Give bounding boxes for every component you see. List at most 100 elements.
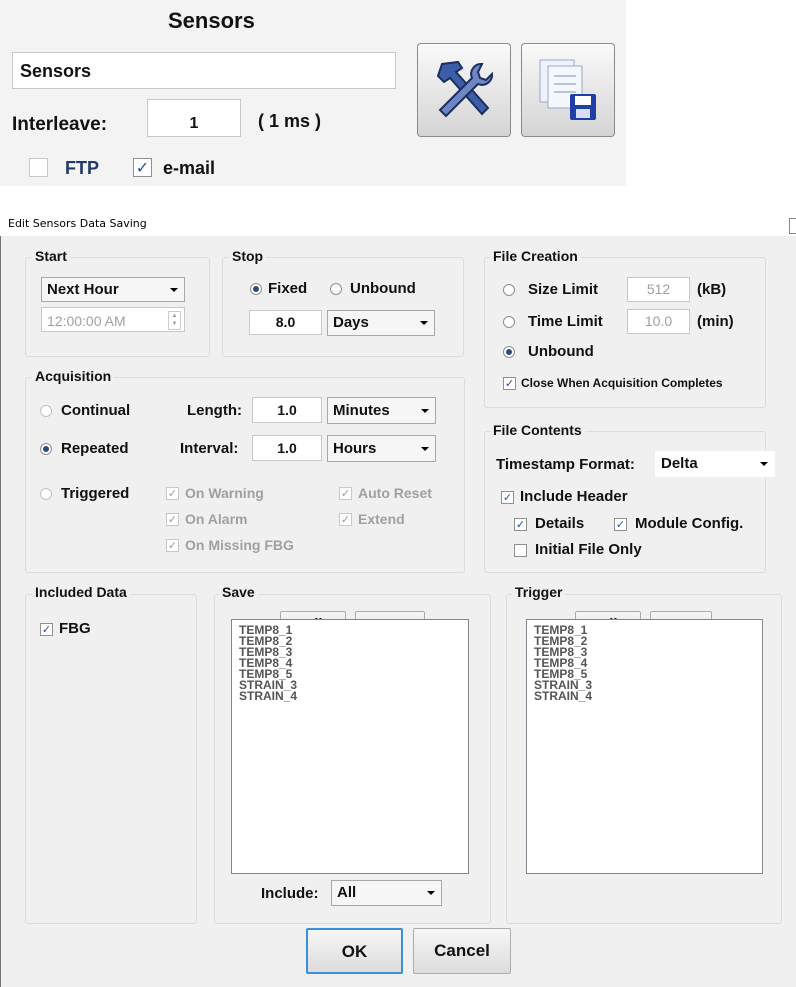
- stop-group: [222, 257, 464, 357]
- size-limit-unit: (kB): [697, 281, 727, 298]
- start-mode-value: Next Hour: [47, 281, 119, 298]
- stop-fixed-label: Fixed: [268, 280, 308, 297]
- close-icon[interactable]: [789, 218, 796, 234]
- interval-unit-select[interactable]: Hours: [327, 435, 436, 462]
- on-warning-checkbox[interactable]: ✓: [166, 487, 179, 500]
- timestamp-format-select[interactable]: Delta: [655, 451, 775, 477]
- time-limit-radio[interactable]: [503, 316, 515, 328]
- auto-reset-checkbox[interactable]: ✓: [339, 487, 352, 500]
- interval-unit-value: Hours: [333, 440, 377, 457]
- time-limit-input[interactable]: 10.0: [627, 309, 690, 334]
- fbg-checkbox[interactable]: ✓: [40, 623, 53, 636]
- include-select[interactable]: All: [331, 880, 442, 906]
- time-limit-unit: (min): [697, 313, 734, 330]
- triggered-radio[interactable]: [40, 488, 52, 500]
- cancel-button[interactable]: Cancel: [413, 928, 511, 974]
- tools-icon: [436, 60, 494, 118]
- close-when-complete-label: Close When Acquisition Completes: [521, 376, 723, 390]
- on-alarm-checkbox[interactable]: ✓: [166, 513, 179, 526]
- continual-radio[interactable]: [40, 405, 52, 417]
- save-config-button[interactable]: [521, 43, 615, 137]
- length-input[interactable]: 1.0: [252, 397, 322, 423]
- interval-input[interactable]: 1.0: [252, 435, 322, 461]
- size-limit-radio[interactable]: [503, 284, 515, 296]
- ftp-checkbox[interactable]: [29, 158, 48, 177]
- size-limit-input[interactable]: 512: [627, 277, 690, 302]
- module-config-label: Module Config.: [635, 515, 744, 532]
- list-item[interactable]: STRAIN_4: [232, 690, 468, 702]
- repeated-radio[interactable]: [40, 443, 52, 455]
- interleave-value: 1: [189, 115, 199, 132]
- email-label: e-mail: [163, 158, 216, 178]
- time-limit-label: Time Limit: [528, 313, 603, 330]
- length-unit-select[interactable]: Minutes: [327, 397, 436, 424]
- included-data-group: [25, 594, 197, 924]
- trigger-sensor-list[interactable]: TEMP8_1 TEMP8_2 TEMP8_3 TEMP8_4 TEMP8_5 STRAI…: [526, 619, 763, 874]
- start-mode-select[interactable]: Next Hour: [41, 277, 185, 302]
- settings-button[interactable]: [417, 43, 511, 137]
- stop-fixed-radio[interactable]: [250, 283, 262, 295]
- trigger-group-label: Trigger: [512, 584, 566, 600]
- continual-label: Continual: [61, 402, 131, 419]
- stop-unit-value: Days: [333, 314, 369, 331]
- stop-value-input[interactable]: 8.0: [249, 310, 322, 335]
- triggered-label: Triggered: [61, 485, 130, 502]
- sensor-panel: Sensors Sensors Interleave: 1 ( 1 ms ) F…: [0, 0, 626, 186]
- chevron-down-icon: [420, 321, 428, 325]
- chevron-down-icon: [427, 891, 435, 895]
- interleave-input[interactable]: 1: [147, 99, 241, 137]
- chevron-down-icon: [421, 408, 429, 413]
- on-missing-fbg-label: On Missing FBG: [185, 537, 294, 553]
- interval-label: Interval:: [180, 440, 239, 457]
- timestamp-format-label: Timestamp Format:: [496, 456, 635, 473]
- details-label: Details: [535, 515, 585, 532]
- start-group-label: Start: [32, 248, 70, 264]
- interleave-unit: ( 1 ms ): [258, 111, 322, 131]
- file-unbound-label: Unbound: [528, 343, 594, 360]
- dialog-titlebar[interactable]: Edit Sensors Data Saving: [0, 210, 796, 236]
- stop-unbound-label: Unbound: [350, 280, 416, 297]
- extend-label: Extend: [358, 511, 405, 527]
- save-files-icon: [539, 59, 596, 120]
- extend-checkbox[interactable]: ✓: [339, 513, 352, 526]
- module-config-checkbox[interactable]: ✓: [614, 518, 627, 531]
- stop-unit-select[interactable]: Days: [327, 310, 435, 336]
- on-alarm-label: On Alarm: [185, 511, 248, 527]
- chevron-down-icon: [170, 287, 178, 292]
- email-checkbox[interactable]: ✓: [133, 158, 152, 177]
- interleave-label: Interleave:: [12, 114, 108, 135]
- ftp-label: FTP: [65, 158, 99, 178]
- details-checkbox[interactable]: ✓: [514, 518, 527, 531]
- sensor-name-value: Sensors: [20, 61, 92, 81]
- list-item[interactable]: STRAIN_4: [527, 690, 762, 702]
- length-label: Length:: [187, 402, 242, 419]
- stop-group-label: Stop: [229, 248, 267, 264]
- dialog-title: Edit Sensors Data Saving: [8, 217, 147, 230]
- included-data-label: Included Data: [32, 584, 130, 600]
- include-label: Include:: [261, 885, 319, 902]
- initial-file-only-checkbox[interactable]: [514, 544, 527, 557]
- start-time-value: 12:00:00 AM: [47, 313, 126, 329]
- auto-reset-label: Auto Reset: [358, 485, 432, 501]
- size-limit-label: Size Limit: [528, 281, 599, 298]
- on-missing-fbg-checkbox[interactable]: ✓: [166, 539, 179, 552]
- include-header-label: Include Header: [520, 488, 628, 505]
- sensor-name-input[interactable]: Sensors: [12, 52, 396, 89]
- initial-file-only-label: Initial File Only: [535, 541, 642, 558]
- chevron-down-icon: [421, 446, 429, 451]
- stop-unbound-radio[interactable]: [330, 283, 342, 295]
- save-sensor-list[interactable]: TEMP8_1 TEMP8_2 TEMP8_3 TEMP8_4 TEMP8_5 STRAI…: [231, 619, 469, 874]
- timestamp-format-value: Delta: [661, 455, 698, 472]
- close-when-complete-checkbox[interactable]: ✓: [503, 377, 516, 390]
- start-time-input[interactable]: 12:00:00 AM ▲ ▼: [41, 307, 185, 332]
- file-unbound-radio[interactable]: [503, 346, 515, 358]
- acquisition-group-label: Acquisition: [32, 368, 115, 384]
- spinner-icon[interactable]: ▲ ▼: [168, 311, 181, 330]
- file-creation-label: File Creation: [490, 248, 581, 264]
- fbg-label: FBG: [59, 620, 91, 637]
- file-contents-label: File Contents: [490, 422, 585, 438]
- include-header-checkbox[interactable]: ✓: [501, 491, 514, 504]
- chevron-down-icon: [760, 462, 768, 466]
- ok-button[interactable]: OK: [306, 928, 403, 974]
- save-group-label: Save: [219, 584, 258, 600]
